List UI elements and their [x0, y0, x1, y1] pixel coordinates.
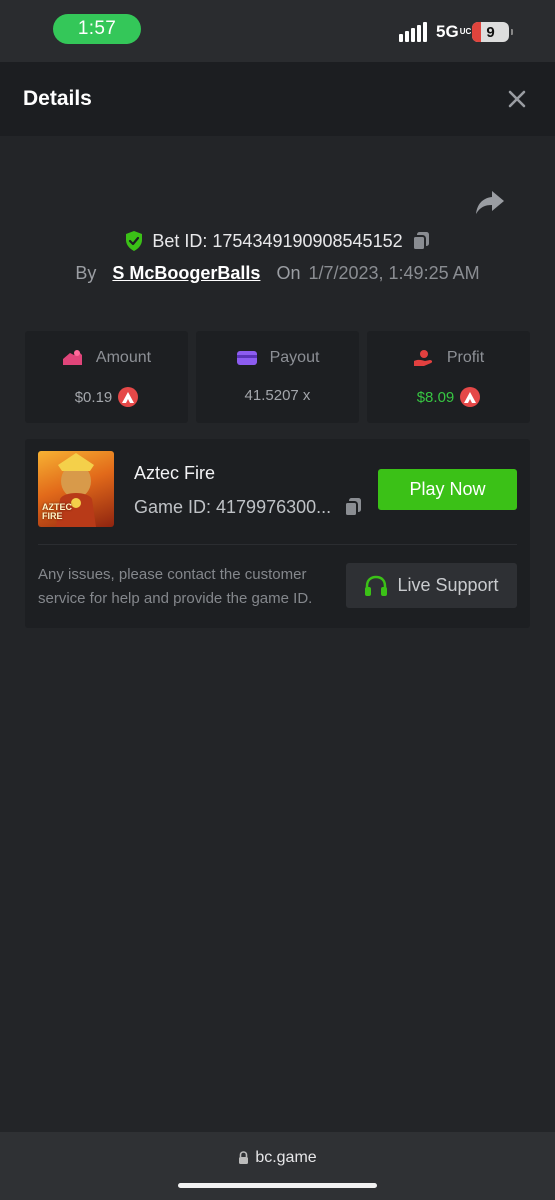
thumbnail-logo-line2: FIRE	[42, 511, 63, 521]
payout-card: Payout 41.5207 x	[196, 331, 359, 423]
shield-check-icon	[126, 231, 143, 251]
payout-card-icon	[236, 351, 257, 365]
bet-meta-row: By S McBoogerBalls On 1/7/2023, 1:49:25 …	[0, 260, 555, 286]
bet-id: Bet ID: 1754349190908545152	[152, 230, 403, 251]
divider	[38, 544, 517, 545]
headset-icon	[365, 575, 388, 596]
home-indicator[interactable]	[178, 1183, 377, 1188]
game-thumbnail[interactable]: AZTEC FIRE	[38, 451, 114, 527]
amount-icon	[62, 350, 82, 365]
amount-card: Amount $0.19	[25, 331, 188, 423]
network-sub-label: UC	[459, 27, 472, 36]
network-label: 5G	[436, 22, 459, 41]
share-icon[interactable]	[474, 188, 506, 216]
payout-value: 41.5207 x	[244, 387, 311, 404]
coin-icon	[118, 387, 139, 407]
profit-hand-icon	[413, 350, 432, 366]
live-support-button[interactable]: Live Support	[346, 563, 517, 608]
details-header: Details	[0, 62, 555, 136]
copy-icon[interactable]	[411, 230, 431, 252]
battery-icon: 9	[472, 22, 513, 42]
page-title: Details	[23, 87, 92, 110]
game-card: AZTEC FIRE Aztec Fire Game ID: 417997630…	[25, 439, 530, 628]
game-name: Aztec Fire	[134, 463, 216, 483]
bet-id-row: Bet ID: 1754349190908545152	[0, 228, 555, 254]
bet-date: 1/7/2023, 1:49:25 AM	[308, 262, 480, 283]
help-text: Any issues, please contact the customer …	[38, 566, 313, 607]
profit-label: Profit	[446, 349, 485, 366]
signal-icon	[399, 22, 429, 42]
username-link[interactable]: S McBoogerBalls	[112, 263, 260, 284]
profit-value: $8.09	[416, 388, 455, 406]
payout-label: Payout	[269, 349, 320, 366]
lock-icon	[239, 1151, 249, 1164]
url-text: bc.game	[255, 1149, 317, 1166]
close-icon[interactable]	[504, 86, 530, 112]
battery-level: 9	[486, 23, 495, 41]
status-bar: 1:57 5G UC 9	[0, 0, 555, 62]
status-time: 1:57	[53, 14, 141, 44]
amount-label: Amount	[95, 349, 152, 366]
live-support-label: Live Support	[397, 575, 499, 595]
game-thumbnail-logo: AZTEC FIRE	[42, 503, 72, 521]
play-now-button[interactable]: Play Now	[378, 469, 517, 510]
coin-icon	[460, 387, 481, 407]
by-label: By	[75, 262, 97, 283]
profit-card: Profit $8.09	[367, 331, 530, 423]
amount-value: $0.19	[74, 388, 113, 406]
game-id: Game ID: 4179976300...	[134, 497, 332, 517]
network-indicator: 5G UC	[436, 22, 472, 42]
browser-url-bar[interactable]: bc.game	[0, 1132, 555, 1200]
on-label: On	[276, 262, 301, 283]
copy-icon[interactable]	[343, 496, 363, 518]
